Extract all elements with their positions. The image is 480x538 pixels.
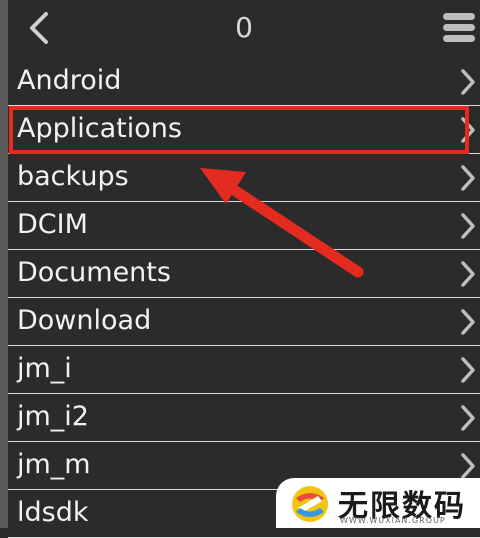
chevron-right-icon (461, 213, 475, 239)
folder-row[interactable]: backups (8, 154, 480, 202)
folder-row[interactable]: Applications (8, 106, 480, 154)
left-edge-bar (0, 0, 8, 528)
folder-label: jm_i2 (17, 401, 89, 432)
chevron-right-icon (461, 405, 475, 431)
watermark-subtext: WWW.WUXIAN.GROUP (340, 516, 446, 525)
header-bar: 0 (8, 0, 480, 58)
folder-row[interactable]: Documents (8, 250, 480, 298)
brand-logo-icon (292, 486, 328, 522)
folder-label: Download (17, 305, 152, 336)
folder-list: Android Applications backups DCIM Docume… (8, 58, 480, 538)
folder-label: Applications (17, 113, 182, 144)
watermark: 无限数码 WWW.WUXIAN.GROUP (276, 478, 480, 528)
folder-row[interactable]: Android (8, 58, 480, 106)
chevron-right-icon (461, 309, 475, 335)
folder-label: DCIM (17, 209, 88, 240)
folder-label: backups (17, 161, 129, 192)
chevron-right-icon (461, 69, 475, 95)
folder-label: jm_m (17, 449, 91, 480)
folder-row[interactable]: DCIM (8, 202, 480, 250)
chevron-right-icon (461, 117, 475, 143)
chevron-right-icon (461, 357, 475, 383)
folder-label: Android (17, 65, 122, 96)
chevron-right-icon (461, 261, 475, 287)
folder-label: ldsdk (17, 497, 89, 528)
hamburger-menu-icon (443, 13, 475, 42)
folder-row[interactable]: jm_i (8, 346, 480, 394)
folder-row[interactable]: jm_i2 (8, 394, 480, 442)
menu-button[interactable] (440, 10, 478, 46)
folder-label: Documents (17, 257, 171, 288)
page-title: 0 (235, 11, 253, 44)
folder-row[interactable]: Download (8, 298, 480, 346)
folder-label: jm_i (17, 353, 72, 384)
chevron-right-icon (461, 165, 475, 191)
